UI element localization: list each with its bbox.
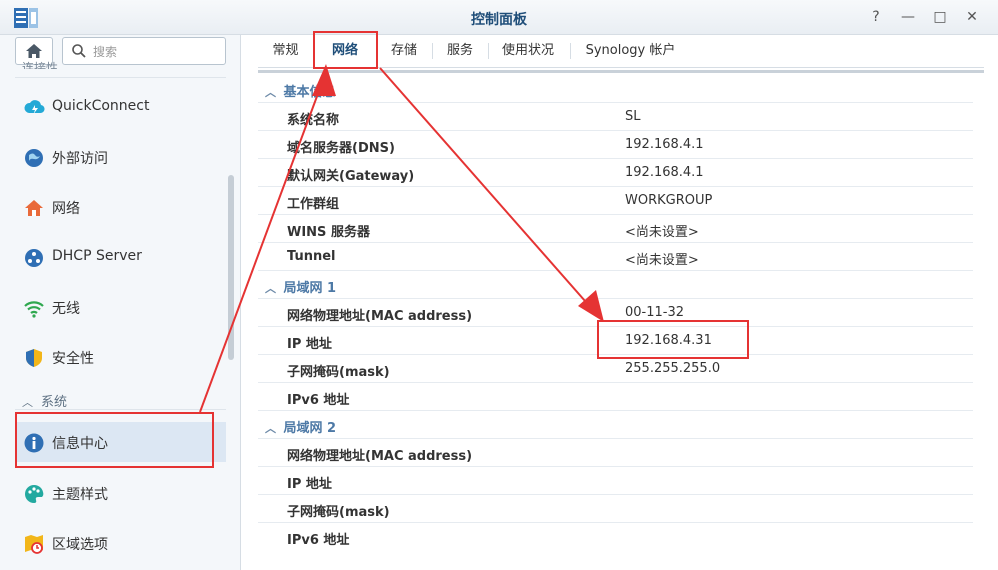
tab-services[interactable]: 服务 xyxy=(434,35,486,67)
window-title: 控制面板 xyxy=(471,12,527,28)
row-key: WINS 服务器 xyxy=(287,225,370,240)
chevron-up-icon: ︿ xyxy=(265,86,276,99)
group-title: 局域网 1 xyxy=(283,281,337,296)
tab-general[interactable]: 常规 xyxy=(258,35,313,67)
sidebar-item-label: 主题样式 xyxy=(52,487,108,503)
row-key: IPv6 地址 xyxy=(287,393,350,408)
sidebar-item-region[interactable]: 区域选项 xyxy=(15,523,226,563)
search-icon xyxy=(72,44,86,58)
row-key: IPv6 地址 xyxy=(287,533,350,548)
group-title: 局域网 2 xyxy=(283,421,337,436)
annotation-box-ip xyxy=(597,320,749,359)
quickconnect-icon xyxy=(24,100,45,114)
row-key: 子网掩码(mask) xyxy=(287,505,390,520)
tab-synology-account[interactable]: Synology 帐户 xyxy=(572,35,689,67)
sidebar: 搜索 连接性 QuickConnect 外部访问 网络 DHCP Server xyxy=(0,35,241,570)
title-bar: 控制面板 ? — □ ✕ xyxy=(0,0,998,35)
group-lan-1[interactable]: ︿ 局域网 1 xyxy=(265,277,336,296)
region-icon xyxy=(25,535,43,554)
row-key: 子网掩码(mask) xyxy=(287,365,390,380)
main-panel: 常规 网络 存储 服务 使用状况 Synology 帐户 xyxy=(242,35,998,570)
palette-icon xyxy=(25,484,44,503)
section-system[interactable]: ︿ 系统 xyxy=(22,391,67,410)
section-connectivity: 连接性 xyxy=(22,61,59,69)
sidebar-item-label: 外部访问 xyxy=(52,151,108,167)
row-key: 工作群组 xyxy=(287,197,340,212)
sidebar-item-label: 网络 xyxy=(52,201,80,217)
sidebar-item-label: 安全性 xyxy=(52,351,94,367)
sidebar-item-wireless[interactable]: 无线 xyxy=(15,287,226,327)
search-placeholder: 搜索 xyxy=(93,45,118,59)
chevron-up-icon: ︿ xyxy=(22,396,33,409)
row-key: 域名服务器(DNS) xyxy=(287,141,395,156)
row-value: 00-11-32 xyxy=(625,305,685,320)
chevron-up-icon: ︿ xyxy=(265,422,276,435)
tab-usage[interactable]: 使用状况 xyxy=(490,35,566,67)
home-network-icon xyxy=(25,200,43,216)
group-lan-2[interactable]: ︿ 局域网 2 xyxy=(265,417,336,436)
row-value: 192.168.4.1 xyxy=(625,137,704,152)
sidebar-item-network[interactable]: 网络 xyxy=(15,187,226,227)
horizontal-scrollbar[interactable] xyxy=(258,70,984,73)
sidebar-item-label: DHCP Server xyxy=(52,248,142,264)
section-system-label: 系统 xyxy=(41,395,68,410)
chevron-up-icon: ︿ xyxy=(265,282,276,295)
row-key: 默认网关(Gateway) xyxy=(287,169,415,184)
sidebar-item-security[interactable]: 安全性 xyxy=(15,337,226,377)
minimize-button[interactable]: — xyxy=(898,8,918,26)
row-value: 192.168.4.1 xyxy=(625,165,704,180)
row-value: 255.255.255.0 xyxy=(625,361,721,376)
sidebar-item-label: 无线 xyxy=(52,301,80,317)
sidebar-item-quickconnect[interactable]: QuickConnect xyxy=(15,87,226,127)
help-button[interactable]: ? xyxy=(866,8,886,26)
dhcp-icon xyxy=(25,249,43,267)
sidebar-item-label: QuickConnect xyxy=(52,98,150,114)
close-button[interactable]: ✕ xyxy=(962,8,982,26)
maximize-button[interactable]: □ xyxy=(930,8,950,26)
shield-icon xyxy=(26,349,42,367)
row-value: <尚未设置> xyxy=(625,225,699,240)
globe-icon xyxy=(25,149,43,167)
sidebar-item-label: 区域选项 xyxy=(52,537,108,553)
row-key: IP 地址 xyxy=(287,337,332,352)
row-key: 系统名称 xyxy=(287,113,340,128)
sidebar-item-theme[interactable]: 主题样式 xyxy=(15,473,226,513)
annotation-box-info-center xyxy=(15,412,214,468)
wifi-icon xyxy=(24,301,44,318)
row-key: 网络物理地址(MAC address) xyxy=(287,449,473,464)
sidebar-item-dhcp[interactable]: DHCP Server xyxy=(15,237,226,277)
row-value: <尚未设置> xyxy=(625,253,699,268)
row-key: 网络物理地址(MAC address) xyxy=(287,309,473,324)
row-key: Tunnel xyxy=(287,249,336,264)
row-key: IP 地址 xyxy=(287,477,332,492)
tab-storage[interactable]: 存储 xyxy=(378,35,430,67)
group-basic-info[interactable]: ︿ 基本信息 xyxy=(265,81,336,100)
annotation-box-network-tab xyxy=(313,31,378,69)
sidebar-scrollbar[interactable] xyxy=(228,175,234,360)
group-title: 基本信息 xyxy=(283,85,336,100)
row-value: SL xyxy=(625,109,641,124)
row-value: WORKGROUP xyxy=(625,193,713,208)
search-field[interactable]: 搜索 xyxy=(62,37,226,65)
sidebar-item-external-access[interactable]: 外部访问 xyxy=(15,137,226,177)
